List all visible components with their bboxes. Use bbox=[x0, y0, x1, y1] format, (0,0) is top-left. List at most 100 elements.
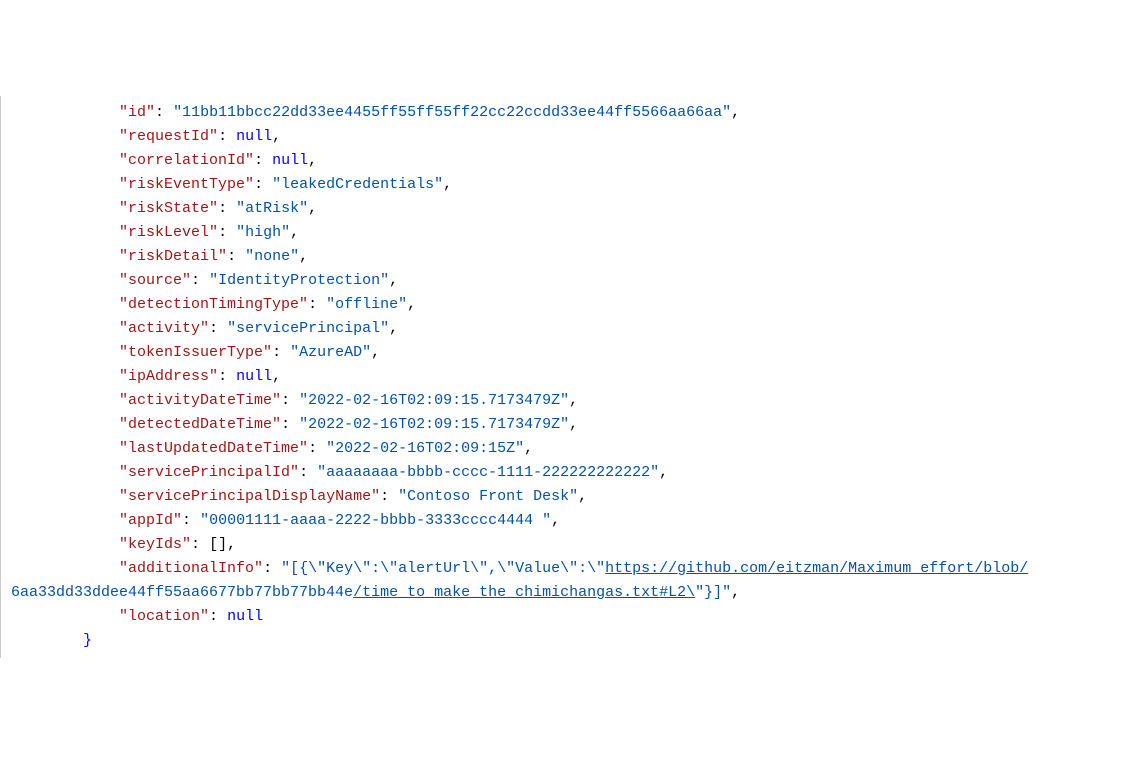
colon: : bbox=[272, 344, 290, 361]
json-key: "activityDateTime" bbox=[119, 392, 281, 409]
colon: : bbox=[191, 272, 209, 289]
json-string: "leakedCredentials" bbox=[272, 176, 443, 193]
code-line: "correlationId": null, bbox=[11, 149, 1129, 173]
indent bbox=[11, 536, 119, 553]
code-line: "servicePrincipalDisplayName": "Contoso … bbox=[11, 485, 1129, 509]
colon: : bbox=[281, 416, 299, 433]
comma: , bbox=[272, 368, 281, 385]
code-line: "additionalInfo": "[{\"Key\":\"alertUrl\… bbox=[11, 557, 1129, 581]
comma: , bbox=[659, 464, 668, 481]
json-string: "11bb11bbcc22dd33ee4455ff55ff55ff22cc22c… bbox=[173, 104, 731, 121]
indent bbox=[11, 560, 119, 577]
colon: : bbox=[263, 560, 281, 577]
code-line: "detectedDateTime": "2022-02-16T02:09:15… bbox=[11, 413, 1129, 437]
code-line: "riskDetail": "none", bbox=[11, 245, 1129, 269]
colon: : bbox=[308, 296, 326, 313]
json-key: "riskLevel" bbox=[119, 224, 218, 241]
indent bbox=[11, 392, 119, 409]
indent bbox=[11, 200, 119, 217]
url-link[interactable]: https://github.com/eitzman/Maximum_effor… bbox=[605, 560, 1028, 577]
json-string: "AzureAD" bbox=[290, 344, 371, 361]
indent bbox=[11, 368, 119, 385]
colon: : bbox=[281, 392, 299, 409]
json-null: null bbox=[236, 368, 272, 385]
code-line: "location": null bbox=[11, 605, 1129, 629]
code-line: "id": "11bb11bbcc22dd33ee4455ff55ff55ff2… bbox=[11, 101, 1129, 125]
json-key: "detectionTimingType" bbox=[119, 296, 308, 313]
json-string: "2022-02-16T02:09:15.7173479Z" bbox=[299, 416, 569, 433]
indent bbox=[11, 440, 119, 457]
colon: : bbox=[218, 200, 236, 217]
code-line: "tokenIssuerType": "AzureAD", bbox=[11, 341, 1129, 365]
comma: , bbox=[290, 224, 299, 241]
code-line: "servicePrincipalId": "aaaaaaaa-bbbb-ccc… bbox=[11, 461, 1129, 485]
colon: : bbox=[254, 176, 272, 193]
indent bbox=[11, 296, 119, 313]
json-null: null bbox=[236, 128, 272, 145]
colon: : bbox=[227, 248, 245, 265]
indent bbox=[11, 320, 119, 337]
colon: : bbox=[254, 152, 272, 169]
json-key: "correlationId" bbox=[119, 152, 254, 169]
json-key: "lastUpdatedDateTime" bbox=[119, 440, 308, 457]
code-line: "riskState": "atRisk", bbox=[11, 197, 1129, 221]
code-line: "activity": "servicePrincipal", bbox=[11, 317, 1129, 341]
json-string: "}]" bbox=[695, 584, 731, 601]
colon: : bbox=[380, 488, 398, 505]
colon: : bbox=[155, 104, 173, 121]
json-key: "tokenIssuerType" bbox=[119, 344, 272, 361]
indent bbox=[11, 512, 119, 529]
indent bbox=[11, 128, 119, 145]
indent bbox=[11, 176, 119, 193]
code-line: "requestId": null, bbox=[11, 125, 1129, 149]
indent bbox=[11, 224, 119, 241]
indent bbox=[11, 416, 119, 433]
json-string: "offline" bbox=[326, 296, 407, 313]
comma: , bbox=[308, 200, 317, 217]
code-line: "source": "IdentityProtection", bbox=[11, 269, 1129, 293]
json-null: null bbox=[227, 608, 263, 625]
indent bbox=[11, 248, 119, 265]
closing-brace: } bbox=[83, 632, 92, 649]
code-line: "riskEventType": "leakedCredentials", bbox=[11, 173, 1129, 197]
colon: : bbox=[209, 320, 227, 337]
colon: : bbox=[182, 512, 200, 529]
indent bbox=[11, 608, 119, 625]
json-key: "ipAddress" bbox=[119, 368, 218, 385]
indent bbox=[11, 344, 119, 361]
url-link[interactable]: /time_to_make_the_chimichangas.txt#L2\ bbox=[353, 584, 695, 601]
indent bbox=[11, 632, 83, 649]
json-key: "location" bbox=[119, 608, 209, 625]
code-line: "activityDateTime": "2022-02-16T02:09:15… bbox=[11, 389, 1129, 413]
indent bbox=[11, 272, 119, 289]
colon: : bbox=[218, 368, 236, 385]
comma: , bbox=[443, 176, 452, 193]
comma: , bbox=[299, 248, 308, 265]
json-key: "servicePrincipalDisplayName" bbox=[119, 488, 380, 505]
json-key: "riskState" bbox=[119, 200, 218, 217]
code-line: "riskLevel": "high", bbox=[11, 221, 1129, 245]
colon: : bbox=[299, 464, 317, 481]
code-line: "ipAddress": null, bbox=[11, 365, 1129, 389]
colon: : bbox=[218, 128, 236, 145]
json-string: "atRisk" bbox=[236, 200, 308, 217]
json-key: "detectedDateTime" bbox=[119, 416, 281, 433]
indent bbox=[11, 464, 119, 481]
comma: , bbox=[227, 536, 236, 553]
colon: : bbox=[209, 608, 227, 625]
json-key: "riskEventType" bbox=[119, 176, 254, 193]
code-line: "detectionTimingType": "offline", bbox=[11, 293, 1129, 317]
colon: : bbox=[191, 536, 209, 553]
json-key: "additionalInfo" bbox=[119, 560, 263, 577]
code-line: 6aa33dd33ddee44ff55aa6677bb77bb77bb44e/t… bbox=[11, 581, 1129, 605]
code-line: "lastUpdatedDateTime": "2022-02-16T02:09… bbox=[11, 437, 1129, 461]
code-block: "id": "11bb11bbcc22dd33ee4455ff55ff55ff2… bbox=[0, 96, 1139, 658]
comma: , bbox=[308, 152, 317, 169]
json-key: "appId" bbox=[119, 512, 182, 529]
indent bbox=[11, 152, 119, 169]
json-string: "IdentityProtection" bbox=[209, 272, 389, 289]
comma: , bbox=[389, 320, 398, 337]
json-key: "riskDetail" bbox=[119, 248, 227, 265]
colon: : bbox=[308, 440, 326, 457]
json-string: "aaaaaaaa-bbbb-cccc-1111-222222222222" bbox=[317, 464, 659, 481]
